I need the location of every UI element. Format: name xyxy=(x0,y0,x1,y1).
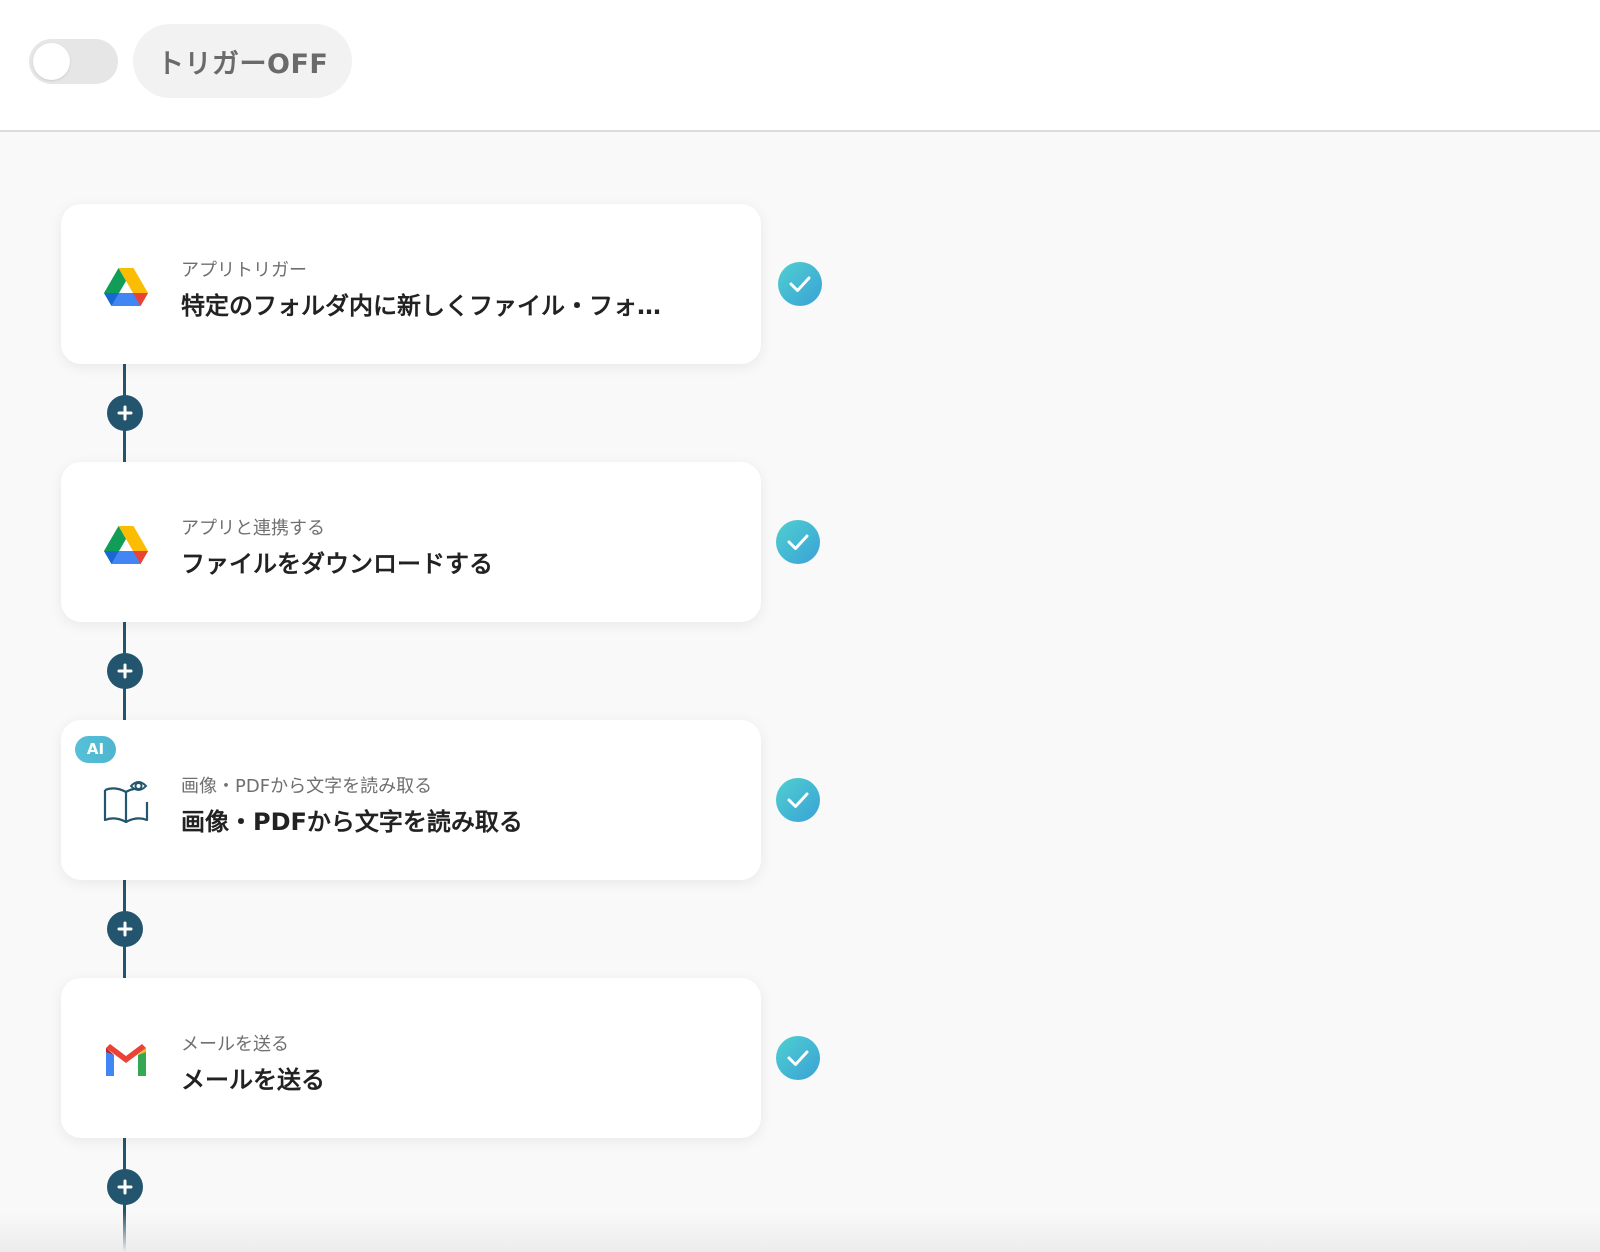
plus-icon xyxy=(117,921,133,937)
gmail-icon xyxy=(101,1034,151,1084)
bottom-fade xyxy=(0,1212,1600,1252)
check-icon xyxy=(776,778,820,822)
toggle-knob xyxy=(33,43,70,80)
check-icon xyxy=(776,1036,820,1080)
step-title: 特定のフォルダ内に新しくファイル・フォ… xyxy=(181,292,661,320)
plus-icon xyxy=(117,1179,133,1195)
step-kicker: アプリトリガー xyxy=(181,260,307,281)
flow-step-card[interactable]: アプリトリガー 特定のフォルダ内に新しくファイル・フォ… xyxy=(61,204,761,364)
check-icon xyxy=(776,520,820,564)
flow-canvas: アプリトリガー 特定のフォルダ内に新しくファイル・フォ… アプリと連携する ファ… xyxy=(0,132,1600,1252)
check-icon xyxy=(778,262,822,306)
step-kicker: アプリと連携する xyxy=(181,518,325,539)
ocr-book-icon xyxy=(101,776,151,826)
add-step-button[interactable] xyxy=(107,653,143,689)
flow-step-card[interactable]: メールを送る メールを送る xyxy=(61,978,761,1138)
add-step-button[interactable] xyxy=(107,1169,143,1205)
plus-icon xyxy=(117,405,133,421)
trigger-toggle[interactable] xyxy=(29,39,118,84)
step-title: メールを送る xyxy=(181,1066,325,1094)
flow-step-card[interactable]: アプリと連携する ファイルをダウンロードする xyxy=(61,462,761,622)
trigger-status-label: トリガーOFF xyxy=(133,24,353,98)
google-drive-icon xyxy=(101,518,151,568)
top-bar: トリガーOFF xyxy=(0,0,1600,132)
step-title: ファイルをダウンロードする xyxy=(181,550,493,578)
step-kicker: メールを送る xyxy=(181,1034,289,1055)
ai-badge: AI xyxy=(75,736,116,763)
flow-step-card[interactable]: AI 画像・PDFから文字を読み取る 画像・PDFから文字を読み取る xyxy=(61,720,761,880)
add-step-button[interactable] xyxy=(107,911,143,947)
google-drive-icon xyxy=(101,260,151,310)
step-kicker: 画像・PDFから文字を読み取る xyxy=(181,776,433,797)
step-title: 画像・PDFから文字を読み取る xyxy=(181,808,523,836)
plus-icon xyxy=(117,663,133,679)
add-step-button[interactable] xyxy=(107,395,143,431)
